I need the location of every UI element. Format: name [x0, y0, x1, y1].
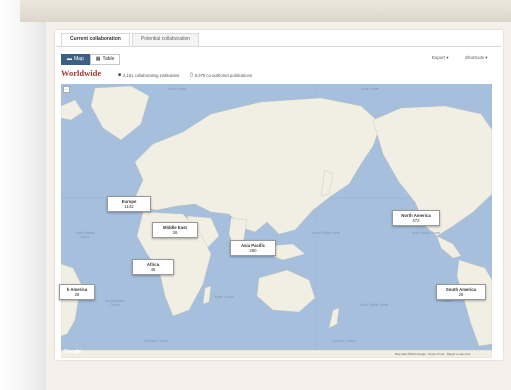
ocean-label: Southern Ocean: [332, 339, 356, 343]
region-count: 28: [458, 292, 464, 297]
collaboration-tabs: Current collaboration Potential collabor…: [61, 33, 201, 46]
page-title: Worldwide: [61, 68, 102, 78]
institutions-stat: ■ 2,151 collaborating institutions: [118, 72, 179, 78]
tab-current-collaboration[interactable]: Current collaboration: [61, 33, 130, 46]
ocean-label: Arctic Ocean: [168, 87, 187, 91]
document-icon: ▯: [190, 72, 193, 78]
map-view-label: Map: [74, 56, 84, 62]
map-attribution[interactable]: Map data ©2013 Google · Terms of Use · R…: [395, 352, 471, 356]
google-logo: Google: [64, 349, 82, 355]
ocean-label: North Pacific Ocean: [411, 231, 441, 235]
australia: [256, 269, 316, 313]
region-marker-africa[interactable]: Africa 46: [132, 259, 174, 275]
table-view-button[interactable]: ▦ Table: [89, 54, 121, 65]
ocean-label: Indian Ocean: [214, 295, 234, 299]
region-marker-south-america[interactable]: South America 28: [436, 284, 486, 300]
ocean-label: Southern Ocean: [144, 339, 168, 343]
shortcuts-button[interactable]: Shortcuts ▾: [465, 55, 488, 61]
table-view-label: Table: [102, 56, 115, 62]
region-count: 280: [249, 248, 257, 253]
map-view-button[interactable]: ▬ Map: [61, 54, 90, 65]
greenland: [90, 85, 150, 141]
ocean-label: South Atlantic Ocean: [105, 299, 125, 307]
background-strip: [0, 0, 46, 390]
region-count: 1142: [124, 204, 134, 209]
table-icon: ▦: [95, 56, 101, 62]
tab-potential-collaboration[interactable]: Potential collaboration: [131, 33, 200, 46]
region-count: 472: [412, 218, 420, 223]
institutions-count: 2,151 collaborating institutions: [123, 72, 180, 78]
ocean-label: North Pacific Ocean: [311, 231, 341, 235]
south-america: [456, 259, 492, 347]
region-marker-north-america[interactable]: North America 472: [392, 210, 440, 226]
map-icon: ▬: [67, 56, 72, 62]
publications-count: 6,979 co-authored publications: [194, 72, 253, 78]
ocean-label: Arctic Ocean: [361, 87, 380, 91]
region-count: 26: [172, 230, 178, 235]
tab-divider: [56, 46, 502, 47]
ocean-label: South Pacific Ocean: [359, 303, 389, 307]
region-marker-europe[interactable]: Europe 1142: [107, 196, 151, 212]
region-marker-asia-pacific[interactable]: Asia Pacific 280: [230, 240, 276, 256]
ocean-label: North Atlantic Ocean: [75, 231, 95, 239]
building-icon: ■: [118, 72, 122, 78]
window-top-bar: [20, 0, 511, 22]
region-marker-middle-east[interactable]: Middle East 26: [152, 222, 198, 238]
region-count: 28: [74, 292, 80, 297]
zoom-control[interactable]: −: [63, 86, 70, 93]
region-marker-south-america-left[interactable]: h America 28: [59, 284, 95, 300]
export-button[interactable]: Export ▾: [432, 55, 449, 61]
view-toggle: ▬ Map ▦ Table: [61, 54, 121, 65]
publications-stat: ▯ 6,979 co-authored publications: [190, 72, 252, 78]
region-count: 46: [150, 267, 156, 272]
